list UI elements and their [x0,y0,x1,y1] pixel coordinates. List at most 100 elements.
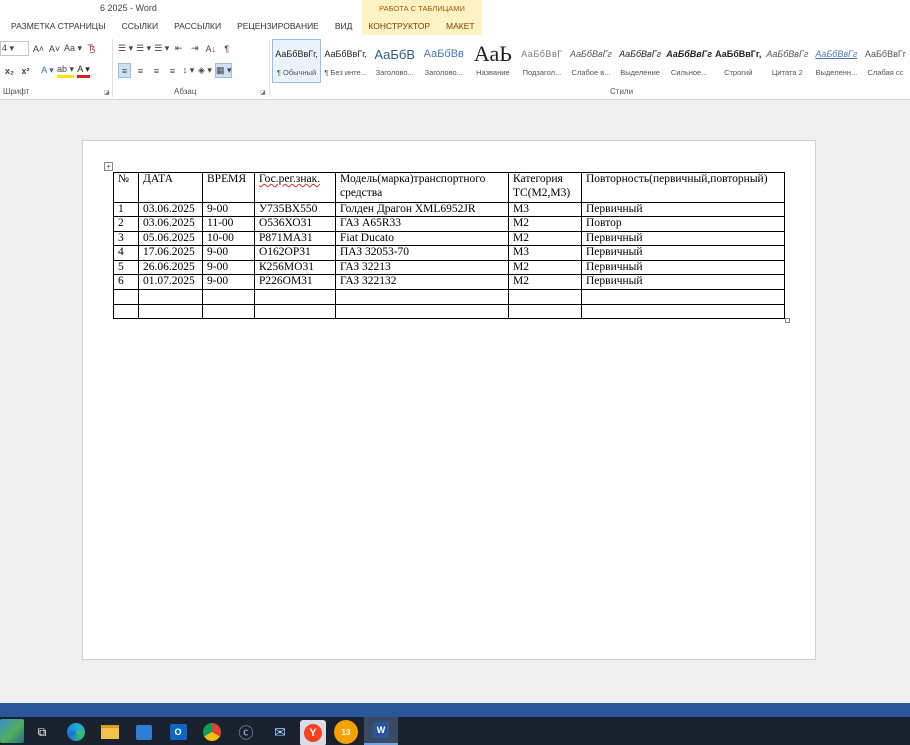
numbering-icon[interactable]: ☰ ▾ [136,41,151,56]
style-title[interactable]: АаЬ Название [468,39,517,83]
file-explorer-icon[interactable] [98,720,122,744]
align-left-icon[interactable]: ≡ [118,63,131,78]
table-cell[interactable] [113,303,139,320]
table-cell[interactable]: Первичный [581,201,785,218]
increase-indent-icon[interactable]: ⇥ [188,41,201,56]
tab-mailings[interactable]: РАССЫЛКИ [166,17,229,35]
table-cell[interactable]: 3 [113,230,139,247]
table-cell[interactable]: О536ХО31 [254,216,336,232]
chrome-icon[interactable] [200,720,224,744]
shading-icon[interactable]: ◈ ▾ [198,63,212,78]
table-cell[interactable]: Голден Драгон XML6952JR [335,201,509,218]
table-cell[interactable]: 9-00 [202,259,255,276]
table-cell[interactable]: ГАЗ 322132 [335,274,509,291]
table-cell[interactable]: М3 [508,245,582,261]
table-cell[interactable] [138,289,203,305]
table-cell[interactable]: ПАЗ 32053-70 [335,245,509,261]
table-cell[interactable]: К256МО31 [254,259,336,276]
highlight-color-icon[interactable]: ab ▾ [57,63,75,78]
table-cell[interactable] [138,303,203,320]
style-normal[interactable]: АаБбВвГг, ¶ Обычный [272,39,322,83]
table-cell[interactable]: 01.07.2025 [138,274,203,291]
font-dialog-launcher-icon[interactable]: ◪ [104,89,110,96]
table-cell[interactable]: 11-00 [202,216,255,232]
table-cell[interactable] [508,289,582,305]
header-cell-model[interactable]: Модель(марка)транспортного средства [335,172,509,203]
style-no-spacing[interactable]: АаБбВвГг, ¶ Без инте... [321,39,370,83]
table-cell[interactable]: 26.06.2025 [138,259,203,276]
table-cell[interactable]: 03.06.2025 [138,216,203,232]
table-cell[interactable] [254,303,336,320]
align-center-icon[interactable]: ≡ [134,63,147,78]
table-cell[interactable]: 1 [113,201,139,218]
style-strong[interactable]: АаБбВвГг, Строгий [714,39,763,83]
line-spacing-icon[interactable]: ↕ ▾ [182,63,195,78]
tab-page-layout[interactable]: РАЗМЕТКА СТРАНИЦЫ [3,17,114,35]
table-cell[interactable] [581,303,785,320]
pilcrow-icon[interactable]: ¶ [220,41,233,56]
sort-icon[interactable]: A↓ [204,41,217,56]
style-heading-1[interactable]: АаБбВ Заголово... [370,39,419,83]
table-cell[interactable]: ГАЗ 32213 [335,259,509,276]
table-cell[interactable]: 2 [113,216,139,232]
header-cell-category[interactable]: Категория ТС(М2,М3) [508,172,582,203]
table-cell[interactable]: Fiat Ducato [335,230,509,247]
notification-app-icon[interactable]: 13 [334,720,358,744]
mail-icon[interactable]: ✉ [268,720,292,744]
table-cell[interactable] [202,303,255,320]
justify-icon[interactable]: ≡ [166,63,179,78]
grow-font-icon[interactable]: A˄ [32,41,45,56]
table-cell[interactable]: 9-00 [202,245,255,261]
header-cell-date[interactable]: ДАТА [138,172,203,203]
table-cell[interactable]: М2 [508,216,582,232]
table-cell[interactable] [113,289,139,305]
header-cell-number[interactable]: № [113,172,139,203]
table-cell[interactable] [508,303,582,320]
table-cell[interactable]: 03.06.2025 [138,201,203,218]
table-cell[interactable]: Р226ОМ31 [254,274,336,291]
subscript-icon[interactable]: x₂ [3,63,16,78]
table-cell[interactable] [254,289,336,305]
borders-icon[interactable]: ▦ ▾ [214,63,233,78]
paragraph-dialog-launcher-icon[interactable]: ◪ [260,89,266,96]
header-cell-repeat[interactable]: Повторность(первичный,повторный) [581,172,785,203]
font-color-icon[interactable]: A ▾ [77,63,91,78]
table-cell[interactable]: 6 [113,274,139,291]
table-cell[interactable] [581,289,785,305]
tab-review[interactable]: РЕЦЕНЗИРОВАНИЕ [229,17,327,35]
edge-icon[interactable] [64,720,88,744]
header-cell-reg-plate[interactable]: Гос.рег.знак. [254,172,336,203]
table-cell[interactable]: 10-00 [202,230,255,247]
header-cell-time[interactable]: ВРЕМЯ [202,172,255,203]
table-cell[interactable]: 17.06.2025 [138,245,203,261]
change-case-icon[interactable]: Aa ▾ [64,41,82,56]
table-cell[interactable] [335,303,509,320]
table-cell[interactable]: Повтор [581,216,785,232]
table-cell[interactable]: Первичный [581,245,785,261]
outlook-icon[interactable]: O [166,720,190,744]
table-move-handle-icon[interactable]: + [104,162,113,171]
table-cell[interactable]: У735ВХ550 [254,201,336,218]
decrease-indent-icon[interactable]: ⇤ [172,41,185,56]
table-cell[interactable] [202,289,255,305]
clear-formatting-icon[interactable]: Ꜩ [85,41,98,56]
style-intense-quote[interactable]: АаБбВвГг Выделенн... [812,39,861,83]
style-emphasis[interactable]: АаБбВвГг Выделение [616,39,665,83]
table-cell[interactable]: М3 [508,201,582,218]
bullets-icon[interactable]: ☰ ▾ [118,41,133,56]
tab-table-layout[interactable]: МАКЕТ [438,17,483,35]
table-cell[interactable]: Первичный [581,274,785,291]
table-cell[interactable]: 9-00 [202,201,255,218]
table-cell[interactable]: О162ОР31 [254,245,336,261]
multilevel-list-icon[interactable]: ☰ ▾ [154,41,169,56]
style-subtitle[interactable]: АаБбВвГ Подзагол... [517,39,566,83]
table-cell[interactable] [335,289,509,305]
text-effects-icon[interactable]: A ▾ [41,63,54,78]
table-cell[interactable]: М2 [508,259,582,276]
tab-table-design[interactable]: КОНСТРУКТОР [360,17,438,35]
style-subtle-reference[interactable]: АаБбВвГг Слабая сс [861,39,910,83]
table-cell[interactable]: 4 [113,245,139,261]
table-cell[interactable]: 5 [113,259,139,276]
align-right-icon[interactable]: ≡ [150,63,163,78]
table-resize-handle-icon[interactable] [785,318,790,323]
